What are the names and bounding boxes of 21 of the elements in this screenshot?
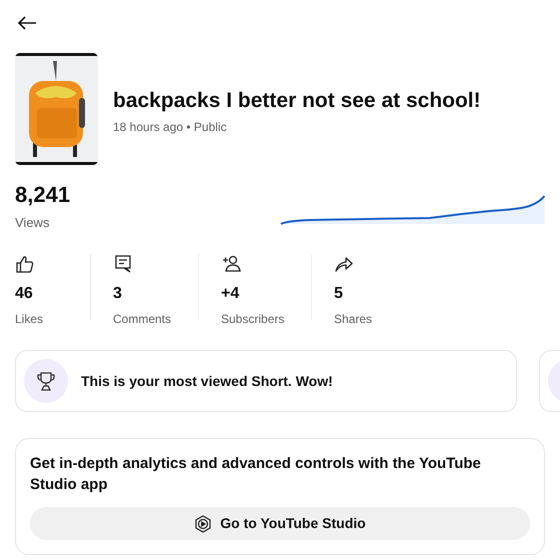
add-person-icon (221, 254, 243, 274)
stat-label: Shares (334, 311, 374, 328)
trophy-icon (37, 371, 55, 391)
stat-value: +4 (221, 284, 240, 304)
video-meta: 18 hours ago • Public (113, 119, 228, 136)
stat-value: 46 (15, 284, 34, 304)
back-arrow-icon (17, 15, 37, 31)
stat-label: Subscribers (221, 311, 286, 328)
studio-icon (194, 514, 212, 532)
stat-value: 3 (113, 284, 123, 304)
video-title: backpacks I better not see at school! (113, 88, 481, 114)
comment-icon (113, 254, 133, 274)
view-count: 8,241 (15, 181, 72, 208)
views-label: Views (15, 214, 50, 232)
insight-text: This is your most viewed Short. Wow! (81, 372, 333, 391)
thumbs-up-icon (15, 254, 35, 274)
stat-label: Likes (15, 311, 44, 328)
stat-value: 5 (334, 284, 344, 304)
studio-button[interactable]: Go to YouTube Studio (30, 507, 530, 540)
stat-label: Comments (113, 311, 172, 328)
studio-promo-text: Get in-depth analytics and advanced controls with the YouTube Studio app (30, 454, 482, 495)
